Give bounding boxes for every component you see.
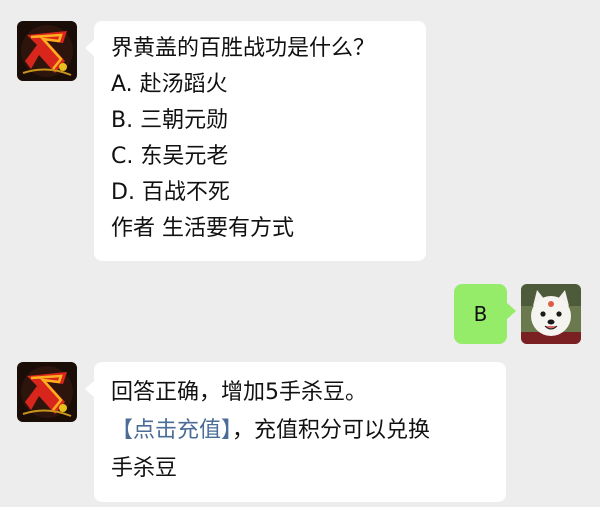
option-d: D. 百战不死	[111, 180, 230, 205]
sanguosha-sha-logo-icon	[17, 362, 77, 422]
answer-result-bubble[interactable]: 回答正确，增加5手杀豆。 【点击充值】，充值积分可以兑换 手杀豆	[85, 362, 506, 502]
recharge-link[interactable]: 【点击充值】	[111, 418, 232, 443]
option-c: C. 东吴元老	[111, 144, 229, 169]
recharge-info-text-cont: 手杀豆	[111, 456, 178, 481]
user-reply-text: B	[473, 302, 488, 326]
user-reply-bubble[interactable]: B	[454, 284, 516, 344]
option-a: A. 赴汤蹈火	[111, 72, 228, 97]
question-message-bubble[interactable]: 界黄盖的百胜战功是什么？ A. 赴汤蹈火 B. 三朝元勋 C. 东吴元老 D. …	[85, 21, 426, 261]
samoyed-dog-avatar-icon	[521, 284, 581, 344]
option-b: B. 三朝元勋	[111, 108, 229, 133]
official-avatar-2[interactable]	[17, 362, 77, 422]
result-text: 回答正确，增加5手杀豆。	[111, 380, 367, 405]
sanguosha-sha-logo-icon	[17, 21, 77, 81]
official-avatar[interactable]	[17, 21, 77, 81]
recharge-info-text: ，充值积分可以兑换	[232, 418, 431, 443]
user-avatar[interactable]	[521, 284, 581, 344]
author-line: 作者 生活要有方式	[111, 216, 294, 241]
question-text: 界黄盖的百胜战功是什么？	[111, 36, 376, 61]
